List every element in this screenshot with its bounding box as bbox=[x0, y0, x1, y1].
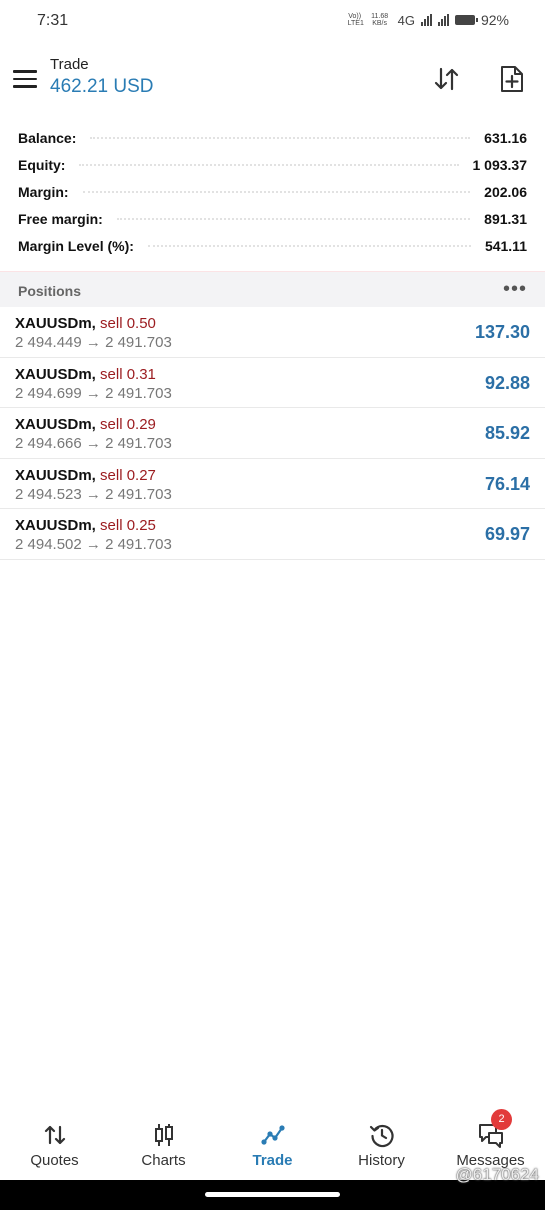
position-prices: 2 494.699 → 2 491.703 bbox=[15, 384, 172, 402]
volte-indicator: Vo)) LTE1 bbox=[347, 13, 364, 27]
dotted-leader bbox=[79, 163, 459, 166]
position-direction: sell 0.29 bbox=[100, 416, 156, 433]
signal-2-icon bbox=[437, 14, 449, 26]
status-time: 7:31 bbox=[37, 12, 69, 29]
position-row[interactable]: XAUUSDm, sell 0.31 2 494.699 → 2 491.703… bbox=[0, 358, 545, 408]
history-icon bbox=[369, 1124, 394, 1148]
positions-header: Positions ••• bbox=[0, 271, 545, 307]
position-prices: 2 494.523 → 2 491.703 bbox=[15, 485, 172, 503]
position-title: XAUUSDm, sell 0.29 bbox=[15, 416, 156, 433]
page-title: Trade bbox=[50, 56, 89, 73]
position-profit: 69.97 bbox=[484, 524, 530, 544]
position-profit: 85.92 bbox=[484, 423, 530, 443]
watermark: @6170624 bbox=[455, 1165, 539, 1184]
summary-value: 631.16 bbox=[484, 129, 527, 146]
summary-row-equity: Equity: 1 093.37 bbox=[0, 151, 545, 178]
account-profit: 462.21 USD bbox=[50, 76, 154, 97]
position-prices: 2 494.666 → 2 491.703 bbox=[15, 435, 172, 452]
position-row[interactable]: XAUUSDm, sell 0.27 2 494.523 → 2 491.703… bbox=[0, 459, 545, 509]
summary-row-margin-level: Margin Level (%): 541.11 bbox=[0, 233, 545, 260]
trade-icon bbox=[260, 1125, 285, 1145]
summary-row-balance: Balance: 631.16 bbox=[0, 124, 545, 151]
nav-label: Charts bbox=[141, 1152, 186, 1169]
position-prices: 2 494.449 → 2 491.703 bbox=[15, 334, 172, 351]
summary-label: Equity: bbox=[18, 156, 66, 173]
nav-charts[interactable]: Charts bbox=[109, 1112, 218, 1180]
more-icon[interactable]: ••• bbox=[503, 278, 527, 301]
position-symbol: XAUUSDm, bbox=[15, 517, 96, 534]
summary-row-margin: Margin: 202.06 bbox=[0, 178, 545, 205]
position-direction: sell 0.31 bbox=[100, 365, 156, 383]
positions-label: Positions bbox=[18, 283, 82, 299]
summary-label: Margin: bbox=[18, 183, 69, 200]
network-type: 4G bbox=[397, 12, 415, 28]
app-header: Trade 462.21 USD bbox=[0, 50, 545, 112]
position-prices: 2 494.502 → 2 491.703 bbox=[15, 536, 172, 553]
home-indicator[interactable] bbox=[205, 1192, 340, 1197]
battery-icon bbox=[454, 15, 478, 25]
dotted-leader bbox=[82, 190, 471, 193]
summary-label: Free margin: bbox=[18, 211, 103, 228]
summary-value: 541.11 bbox=[484, 238, 527, 255]
position-symbol: XAUUSDm, bbox=[15, 365, 96, 383]
quotes-icon bbox=[44, 1125, 65, 1145]
messages-badge: 2 bbox=[491, 1109, 512, 1130]
position-title: XAUUSDm, sell 0.25 bbox=[15, 517, 156, 534]
position-direction: sell 0.27 bbox=[100, 466, 156, 484]
dotted-leader bbox=[116, 218, 471, 221]
nav-label: Trade bbox=[252, 1152, 293, 1169]
positions-list: XAUUSDm, sell 0.50 2 494.449 → 2 491.703… bbox=[0, 307, 545, 560]
summary-label: Balance: bbox=[18, 129, 77, 146]
network-speed: 11.68 KB/s bbox=[371, 13, 389, 27]
nav-quotes[interactable]: Quotes bbox=[0, 1112, 109, 1180]
position-profit: 92.88 bbox=[484, 372, 530, 393]
nav-history[interactable]: History bbox=[327, 1112, 436, 1180]
sort-icon[interactable] bbox=[432, 64, 462, 94]
position-title: XAUUSDm, sell 0.50 bbox=[15, 315, 156, 332]
nav-label: History bbox=[358, 1152, 405, 1169]
summary-value: 1 093.37 bbox=[472, 156, 528, 173]
nav-trade[interactable]: Trade bbox=[218, 1112, 327, 1180]
position-profit: 76.14 bbox=[484, 473, 530, 494]
menu-icon[interactable] bbox=[13, 70, 37, 88]
position-row[interactable]: XAUUSDm, sell 0.50 2 494.449 → 2 491.703… bbox=[0, 307, 545, 358]
position-row[interactable]: XAUUSDm, sell 0.25 2 494.502 → 2 491.703… bbox=[0, 509, 545, 560]
position-symbol: XAUUSDm, bbox=[15, 416, 96, 433]
summary-value: 202.06 bbox=[484, 183, 527, 200]
position-profit: 137.30 bbox=[474, 322, 530, 342]
position-symbol: XAUUSDm, bbox=[15, 466, 96, 484]
position-direction: sell 0.25 bbox=[100, 517, 156, 534]
summary-row-free-margin: Free margin: 891.31 bbox=[0, 206, 545, 233]
status-indicators: Vo)) LTE1 11.68 KB/s 4G 92% bbox=[348, 12, 509, 28]
status-bar: 7:31 Vo)) LTE1 11.68 KB/s 4G 92% bbox=[0, 0, 545, 44]
account-summary: Balance: 631.16 Equity: 1 093.37 Margin:… bbox=[0, 124, 545, 260]
battery-percent: 92% bbox=[480, 12, 509, 28]
position-row[interactable]: XAUUSDm, sell 0.29 2 494.666 → 2 491.703… bbox=[0, 408, 545, 459]
summary-value: 891.31 bbox=[484, 211, 527, 228]
position-title: XAUUSDm, sell 0.31 bbox=[15, 366, 156, 383]
nav-label: Quotes bbox=[30, 1152, 79, 1169]
title-block: Trade 462.21 USD bbox=[50, 56, 154, 98]
position-symbol: XAUUSDm, bbox=[15, 315, 96, 332]
signal-icon bbox=[420, 14, 432, 26]
new-order-icon[interactable] bbox=[498, 64, 526, 94]
charts-icon bbox=[154, 1124, 173, 1146]
dotted-leader bbox=[90, 136, 471, 139]
position-direction: sell 0.50 bbox=[100, 315, 156, 332]
position-title: XAUUSDm, sell 0.27 bbox=[15, 467, 156, 484]
summary-label: Margin Level (%): bbox=[18, 238, 134, 255]
dotted-leader bbox=[147, 245, 471, 248]
